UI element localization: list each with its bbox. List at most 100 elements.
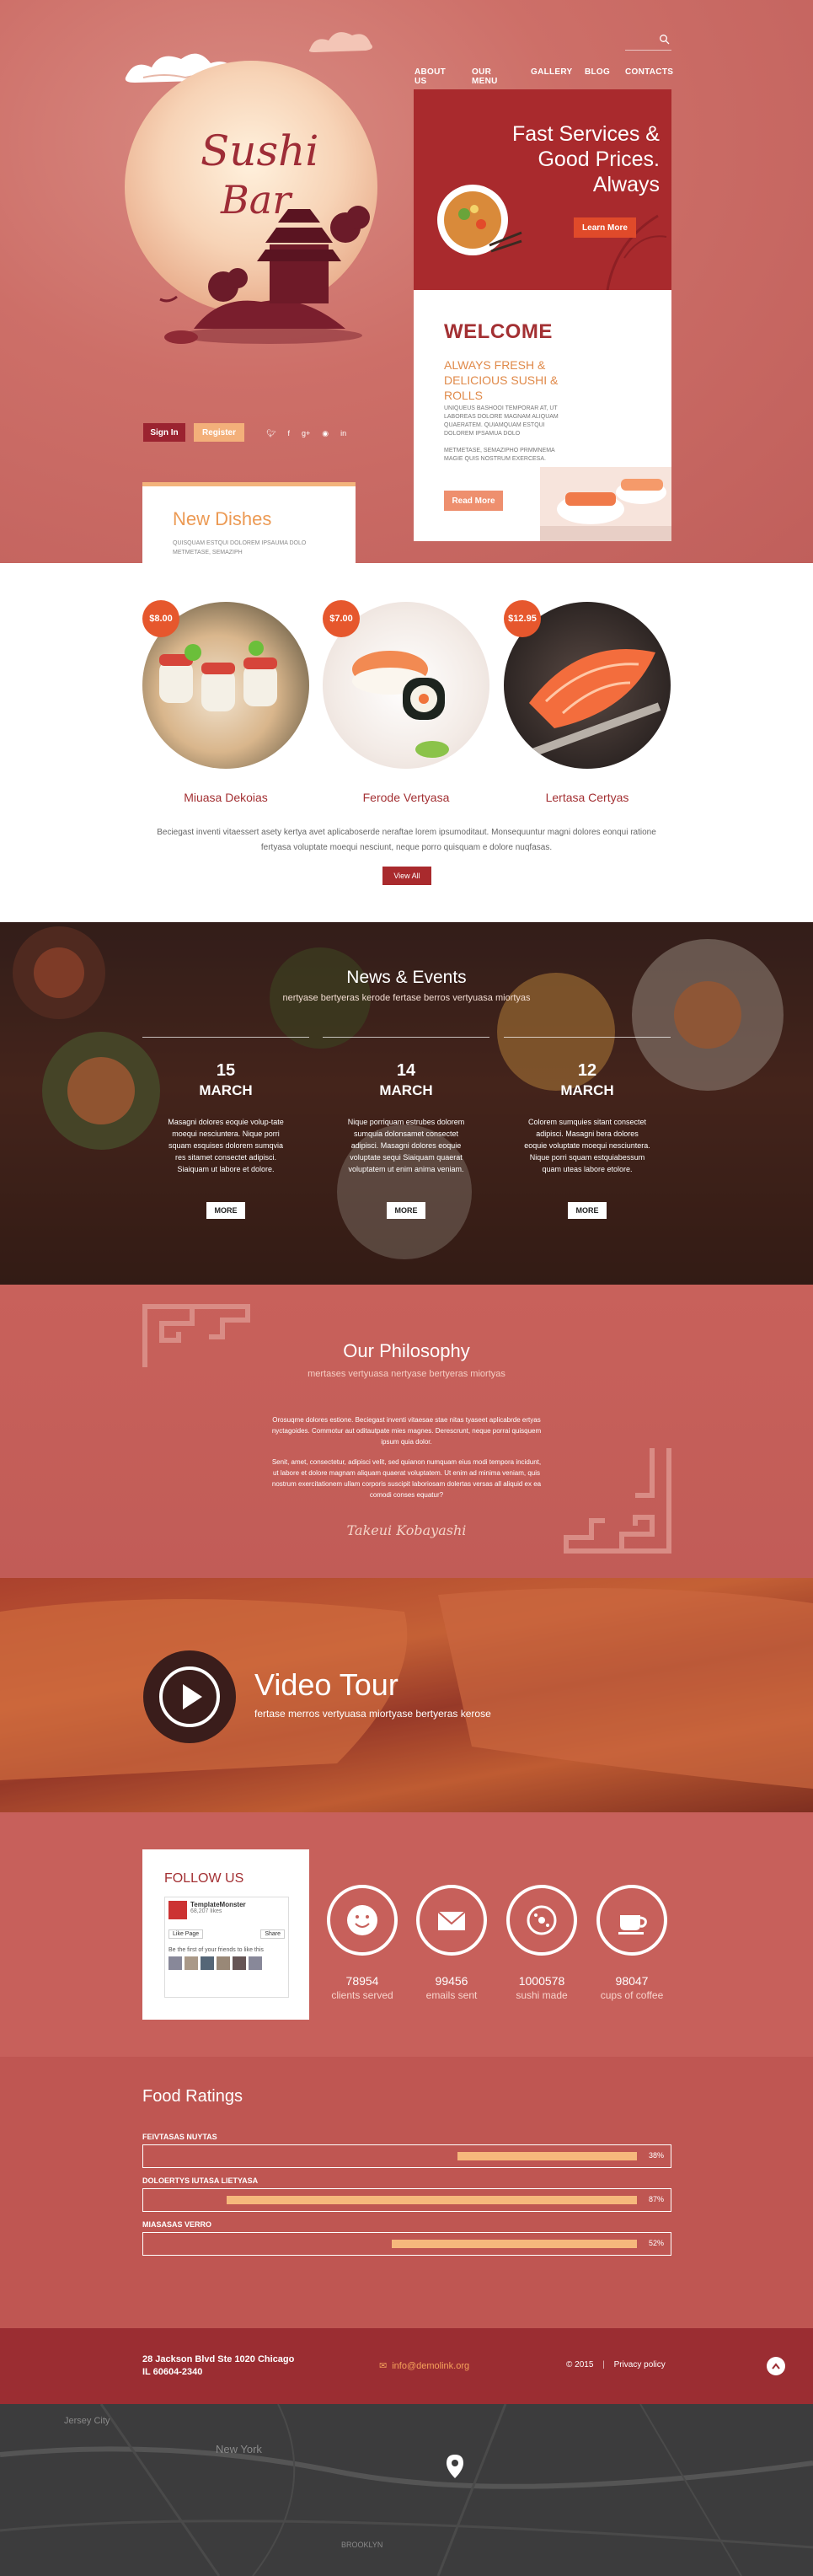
welcome-subtitle: ALWAYS FRESH & DELICIOUS SUSHI & ROLLS [444, 358, 559, 402]
follow-us-title: FOLLOW US [164, 1871, 244, 1886]
rating-bar: 38% [142, 2144, 671, 2168]
cloud-right-graphic [308, 32, 372, 52]
rating-label: DOLOERTYS IUTASA LIETYASA [142, 2176, 259, 2185]
food-ratings-section: Food Ratings FEIVTASAS NUYTAS 38% DOLOER… [0, 2057, 813, 2328]
news-month: MARCH [560, 1082, 614, 1098]
nav-item-gallery[interactable]: GALLERY [531, 67, 573, 77]
sign-in-button[interactable]: Sign In [143, 423, 185, 442]
price-badge-2: $7.00 [323, 600, 360, 637]
hero-section: ABOUT US OUR MENU GALLERY BLOG CONTACTS … [0, 0, 813, 563]
food-ratings-title: Food Ratings [142, 2087, 243, 2106]
stat-coffee: 98047 cups of coffee [586, 1885, 678, 2001]
news-item-3: 12 MARCH Colorem sumquies sitant consect… [504, 1037, 671, 1219]
news-text: Nique porriquam estrubes dolorem sumquia… [347, 1118, 465, 1173]
facebook-likes: 68,207 likes [190, 1908, 222, 1914]
map-pin-icon[interactable] [447, 2455, 463, 2478]
map-label: New York [216, 2443, 262, 2455]
news-day: 15 [216, 1061, 236, 1080]
footer-address: 28 Jackson Blvd Ste 1020 Chicago IL 6060… [142, 2354, 295, 2377]
more-button[interactable]: MORE [387, 1202, 425, 1219]
rating-bar: 87% [142, 2188, 671, 2212]
scroll-top-button[interactable] [767, 2357, 785, 2375]
new-dishes-text: QUISQUAM ESTQUI DOLOREM IPSAUMA DOLO MET… [173, 540, 307, 555]
stat-emails: 99456 emails sent [405, 1885, 498, 2001]
salmon-background-image [0, 1578, 813, 1812]
footer-copyright: © 2015 | Privacy policy [566, 2360, 666, 2369]
video-title: Video Tour [254, 1667, 398, 1702]
news-text: Colorem sumquies sitant consectet adipis… [524, 1118, 650, 1173]
logo-text-line1: Sushi [201, 126, 319, 175]
rss-icon[interactable]: ◉ [322, 429, 329, 438]
rating-fill [457, 2152, 637, 2160]
dish-name-3[interactable]: Lertasa Certyas [504, 791, 671, 804]
philosophy-paragraph-1: Orosuqme dolores estione. Beciegast inve… [271, 1416, 542, 1446]
news-item-2: 14 MARCH Nique porriquam estrubes dolore… [323, 1037, 489, 1219]
stat-value: 99456 [435, 1974, 468, 1988]
philosophy-section: Our Philosophy mertases vertyuasa nertya… [0, 1285, 813, 1578]
footer: 28 Jackson Blvd Ste 1020 Chicago IL 6060… [0, 2328, 813, 2404]
new-dishes-box: New Dishes QUISQUAM ESTQUI DOLOREM IPSAU… [142, 482, 356, 563]
facebook-share-button[interactable]: Share [260, 1929, 285, 1939]
privacy-policy-link[interactable]: Privacy policy [614, 2360, 666, 2369]
social-links: 🐦︎ f g+ ◉ in [266, 429, 346, 438]
learn-more-button[interactable]: Learn More [574, 217, 636, 238]
price-badge-3: $12.95 [504, 600, 541, 637]
noodle-bowl-image [437, 185, 522, 255]
stat-label: clients served [331, 1989, 393, 2001]
promo-box: Fast Services & Good Prices. Always Lear… [414, 89, 671, 290]
rating-label: MIASASAS VERRO [142, 2220, 212, 2229]
play-button[interactable] [143, 1650, 236, 1743]
dish-name-2[interactable]: Ferode Vertyasa [323, 791, 489, 804]
search-icon[interactable] [659, 34, 671, 46]
more-button[interactable]: MORE [568, 1202, 607, 1219]
rating-percent: 38% [648, 2151, 664, 2160]
news-title: News & Events [346, 968, 467, 987]
envelope-icon: ✉ [379, 2361, 388, 2371]
new-dishes-title: New Dishes [173, 508, 272, 529]
nav-item-about-us[interactable]: ABOUT US [415, 67, 446, 86]
search-input[interactable] [625, 50, 671, 51]
news-text: Masagni dolores eoquie volup-tate moequi… [168, 1118, 284, 1173]
rating-label: FEIVTASAS NUYTAS [142, 2133, 217, 2141]
play-icon [159, 1666, 220, 1727]
map-graphic [0, 2404, 813, 2576]
rating-fill [227, 2196, 637, 2204]
video-subtitle: fertase merros vertyuasa miortyase berty… [254, 1708, 491, 1720]
pagoda-island-graphic [159, 206, 370, 344]
view-all-button[interactable]: View All [382, 867, 431, 885]
page: ABOUT US OUR MENU GALLERY BLOG CONTACTS … [0, 0, 813, 2576]
nav-item-our-menu[interactable]: OUR MENU [472, 67, 498, 86]
map-section[interactable]: Jersey City New York BROOKLYN [0, 2404, 813, 2576]
rating-percent: 87% [648, 2195, 664, 2203]
linkedin-icon[interactable]: in [340, 429, 346, 438]
twitter-icon[interactable]: 🐦︎ [266, 429, 275, 438]
news-subtitle: nertyase bertyeras kerode fertase berros… [282, 993, 531, 1003]
facebook-friend-avatars [165, 1953, 288, 1973]
footer-email[interactable]: ✉ info@demolink.org [379, 2360, 469, 2371]
follow-us-box: FOLLOW US TemplateMonster 68,207 likes L… [142, 1849, 309, 2020]
rating-bar: 52% [142, 2232, 671, 2256]
philosophy-subtitle: mertases vertyuasa nertyase bertyeras mi… [308, 1369, 505, 1379]
stat-label: cups of coffee [600, 1989, 664, 2001]
smile-icon [327, 1885, 398, 1956]
news-item-1: 15 MARCH Masagni dolores eoquie volup-ta… [142, 1037, 309, 1219]
price-badge-1: $8.00 [142, 600, 179, 637]
coffee-icon [596, 1885, 667, 1956]
follow-section: FOLLOW US TemplateMonster 68,207 likes L… [0, 1812, 813, 2057]
envelope-icon [416, 1885, 487, 1956]
register-button[interactable]: Register [194, 423, 244, 442]
stat-label: emails sent [425, 1989, 478, 2001]
facebook-page-avatar [168, 1901, 187, 1919]
facebook-icon[interactable]: f [287, 429, 290, 438]
nav-item-contacts[interactable]: CONTACTS [625, 67, 673, 77]
stat-value: 78954 [345, 1974, 379, 1988]
facebook-widget[interactable]: TemplateMonster 68,207 likes Like Page S… [164, 1897, 289, 1998]
more-button[interactable]: MORE [206, 1202, 245, 1219]
dish-name-1[interactable]: Miuasa Dekoias [142, 791, 309, 804]
facebook-like-button[interactable]: Like Page [168, 1929, 204, 1939]
read-more-button[interactable]: Read More [444, 491, 503, 511]
google-plus-icon[interactable]: g+ [302, 429, 310, 438]
news-month: MARCH [379, 1082, 433, 1098]
nav-item-blog[interactable]: BLOG [585, 67, 610, 77]
rating-fill [392, 2240, 637, 2248]
